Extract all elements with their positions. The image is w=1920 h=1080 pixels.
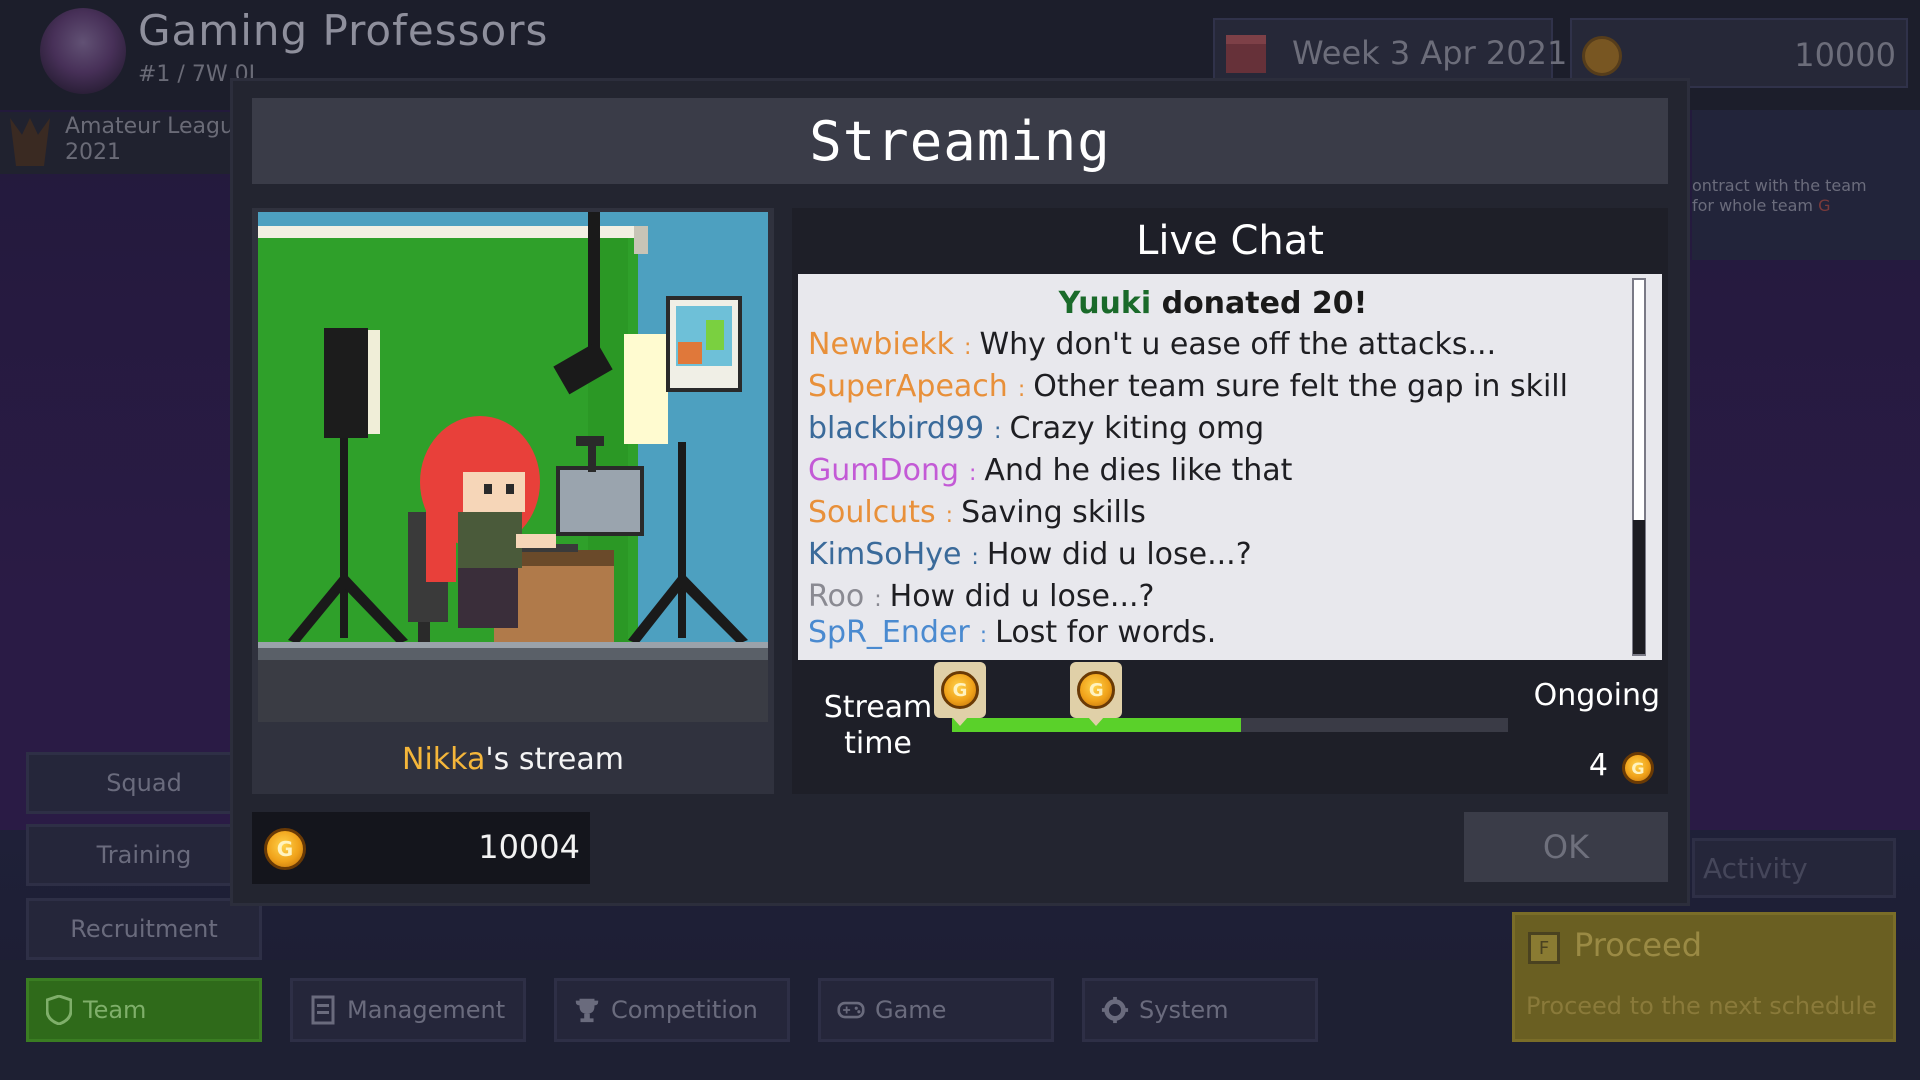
streamer-name: Nikka [402, 742, 486, 777]
chat-separator: : [1017, 377, 1026, 402]
coin-icon [1582, 36, 1622, 76]
nav-competition-label: Competition [611, 996, 758, 1024]
squad-button[interactable]: Squad [26, 752, 262, 814]
nav-management-label: Management [347, 996, 506, 1024]
proceed-title: Proceed [1574, 926, 1703, 964]
chat-text: And he dies like that [984, 453, 1293, 488]
chat-username[interactable]: blackbird99 [808, 411, 984, 446]
coin-icon: G [941, 671, 979, 709]
gear-icon [1101, 995, 1129, 1025]
shield-icon [45, 995, 73, 1025]
proceed-key-icon: F [1528, 932, 1560, 964]
game-screen: { "background": { "team_name": "Gaming P… [0, 0, 1920, 1080]
coin-icon: G [1077, 671, 1116, 709]
donation-marker: G [1070, 662, 1123, 726]
dialog-title-bar: Streaming [252, 98, 1668, 184]
chat-separator: : [964, 335, 972, 360]
trophy-icon [573, 995, 601, 1025]
chat-message: Newbiekk: Why don't u ease off the attack… [808, 327, 1496, 362]
nav-team-button[interactable]: Team [26, 978, 262, 1042]
team-logo [40, 8, 126, 94]
chat-message: SpR_Ender: Lost for words. [808, 615, 1216, 650]
chat-username[interactable]: Newbiekk [808, 327, 954, 362]
chat-username[interactable]: SuperApeach [808, 369, 1008, 404]
chat-message: blackbird99: Crazy kiting omg [808, 411, 1264, 446]
nav-team-label: Team [83, 996, 147, 1024]
money-coin-icon: G [264, 828, 306, 870]
donation-text: donated 20! [1151, 286, 1368, 321]
stream-scene-illustration [258, 212, 768, 722]
donation-message: Yuuki donated 20! [798, 286, 1628, 321]
date-text: Week 3 Apr 2021 [1292, 34, 1568, 72]
league-year: 2021 [65, 140, 121, 165]
earnings-coin-icon: G [1622, 752, 1654, 784]
chat-message: Soulcuts: Saving skills [808, 495, 1146, 530]
nav-game-label: Game [875, 996, 947, 1024]
document-icon [309, 995, 337, 1025]
stream-caption: Nikka's stream [252, 742, 774, 777]
chat-text: Saving skills [961, 495, 1146, 530]
chat-username[interactable]: GumDong [808, 453, 959, 488]
chat-message: KimSoHye: How did u lose...? [808, 537, 1252, 572]
chat-text: Lost for words. [995, 615, 1217, 650]
info-line-2-value: G [1818, 196, 1831, 215]
ok-button[interactable]: OK [1464, 812, 1668, 882]
info-line-2-text: for whole team [1692, 196, 1813, 215]
chat-text: Why don't u ease off the attacks... [979, 327, 1497, 362]
chat-username[interactable]: SpR_Ender [808, 615, 970, 650]
live-chat-title: Live Chat [1136, 218, 1324, 264]
chat-separator: : [945, 503, 954, 528]
chat-separator: : [971, 545, 979, 570]
chat-text: How did u lose...? [986, 537, 1252, 572]
chat-text: Other team sure felt the gap in skill [1033, 369, 1568, 404]
dialog-title: Streaming [809, 109, 1111, 173]
chat-message: Roo: How did u lose...? [808, 579, 1154, 614]
nav-system-button[interactable]: System [1082, 978, 1318, 1042]
league-info: Amateur Leagu 2021 [65, 114, 234, 166]
donation-marker: G [934, 662, 986, 726]
chat-separator: : [874, 587, 882, 612]
chat-separator: : [969, 461, 977, 486]
team-name: Gaming Professors [138, 6, 549, 55]
chat-text: Crazy kiting omg [1009, 411, 1265, 446]
stream-caption-suffix: 's stream [485, 742, 624, 777]
chat-separator: : [994, 419, 1002, 444]
chat-message: GumDong: And he dies like that [808, 453, 1292, 488]
chat-username[interactable]: KimSoHye [808, 537, 961, 572]
info-panel-text: ontract with the team for whole team G [1692, 176, 1867, 216]
nav-game-button[interactable]: Game [818, 978, 1054, 1042]
chat-scrollbar-thumb[interactable] [1633, 520, 1645, 654]
chat-username[interactable]: Roo [808, 579, 864, 614]
info-line-2: for whole team G [1692, 196, 1867, 216]
nav-system-label: System [1139, 996, 1229, 1024]
proceed-button[interactable] [1512, 912, 1896, 1042]
money-amount-top: 10000 [1794, 36, 1896, 74]
chat-separator: : [979, 623, 988, 648]
info-line-1: ontract with the team [1692, 176, 1867, 195]
training-button[interactable]: Training [26, 824, 262, 886]
proceed-subtitle: Proceed to the next schedule [1526, 992, 1877, 1020]
chat-message: SuperApeach: Other team sure felt the gap… [808, 369, 1568, 404]
streamer-room-art [258, 212, 768, 722]
league-name: Amateur Leagu [65, 114, 234, 139]
stream-status: Ongoing [1533, 678, 1660, 713]
recruitment-button[interactable]: Recruitment [26, 898, 262, 960]
donor-name: Yuuki [1058, 286, 1152, 321]
chat-username[interactable]: Soulcuts [808, 495, 936, 530]
gamepad-icon [837, 995, 865, 1025]
stream-earnings: 4 [1588, 748, 1608, 783]
nav-management-button[interactable]: Management [290, 978, 526, 1042]
money-amount: 10004 [478, 828, 580, 866]
stream-time-label: Stream time [823, 690, 933, 761]
calendar-icon [1226, 35, 1266, 73]
nav-competition-button[interactable]: Competition [554, 978, 790, 1042]
activity-button[interactable]: Activity [1692, 838, 1896, 898]
chat-text: How did u lose...? [889, 579, 1155, 614]
